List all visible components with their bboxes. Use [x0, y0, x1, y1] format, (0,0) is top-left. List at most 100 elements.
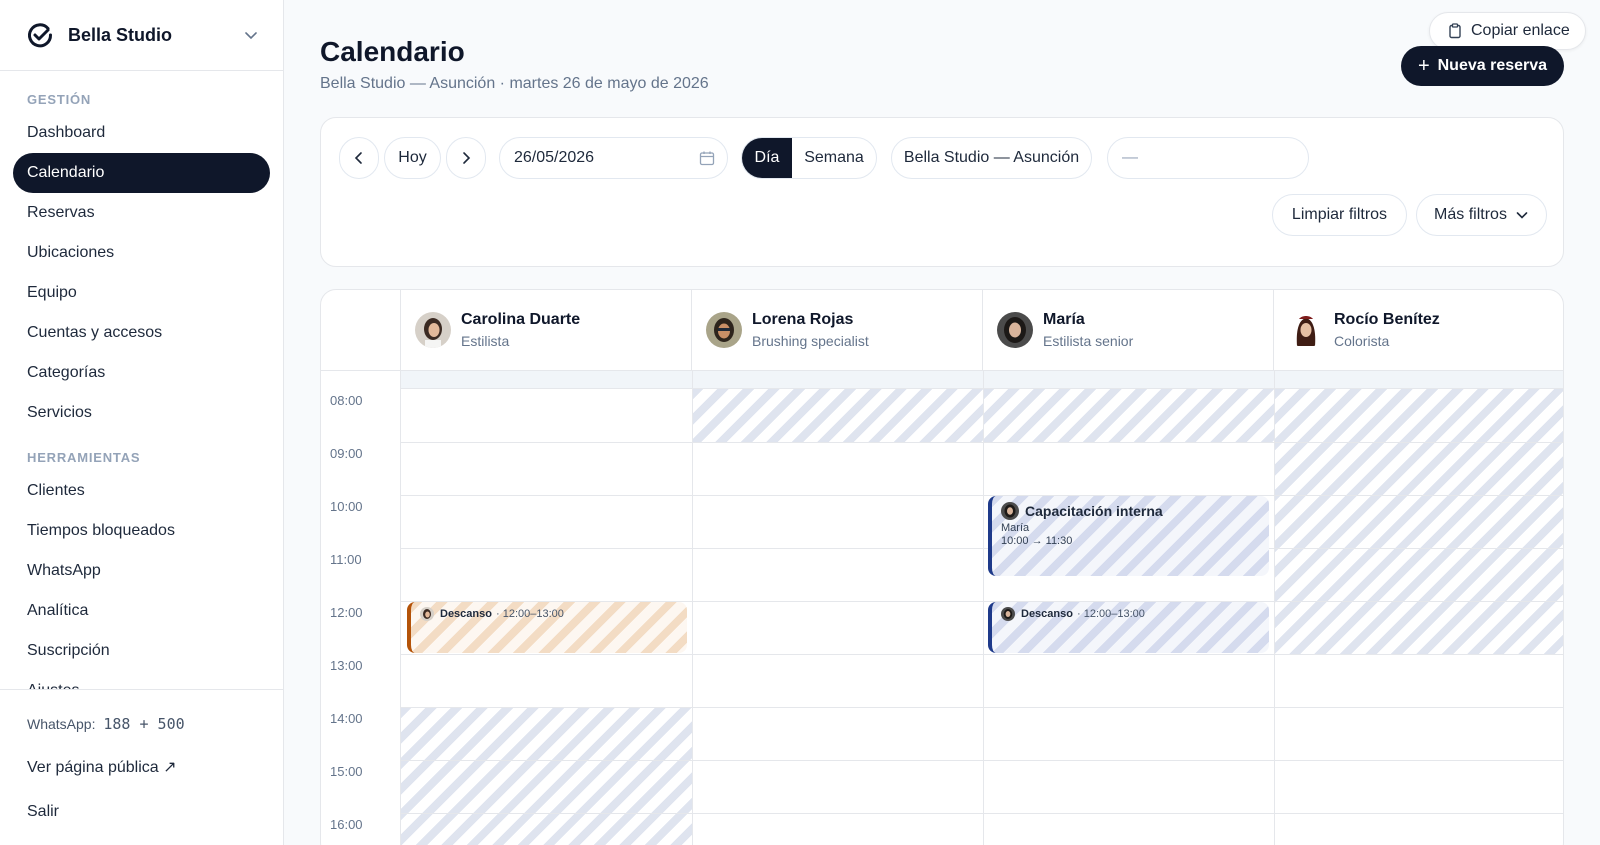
- sidebar-item-analitica[interactable]: Analítica: [13, 591, 270, 631]
- staff-header: Rocío Benítez Colorista: [1274, 290, 1563, 370]
- avatar: [706, 312, 742, 348]
- chevron-down-icon: [245, 32, 257, 40]
- hour-gridline: [401, 548, 1563, 549]
- chevron-left-icon: [354, 152, 362, 164]
- avatar: [997, 312, 1033, 348]
- calendar-event[interactable]: Descanso · 12:00–13:00: [988, 602, 1269, 653]
- staff-select[interactable]: —: [1107, 137, 1309, 179]
- sidebar-item-ajustes[interactable]: Ajustes: [13, 671, 270, 689]
- new-reservation-label: Nueva reserva: [1437, 57, 1548, 74]
- hour-gridline: [401, 442, 1563, 443]
- avatar: [415, 312, 451, 348]
- page-subtitle: Bella Studio — Asunción · martes 26 de m…: [320, 75, 709, 92]
- location-select[interactable]: Bella Studio — Asunción: [891, 137, 1092, 179]
- hour-label: 14:00: [330, 711, 363, 726]
- sidebar-item-clientes[interactable]: Clientes: [13, 471, 270, 511]
- hour-label: 16:00: [330, 817, 363, 832]
- sidebar-item-dashboard[interactable]: Dashboard: [13, 113, 270, 153]
- staff-role: Estilista: [461, 333, 510, 349]
- chevron-right-icon: [463, 152, 471, 164]
- sidebar-item-suscripcion[interactable]: Suscripción: [13, 631, 270, 671]
- date-input[interactable]: 26/05/2026: [499, 137, 728, 179]
- prev-day-button[interactable]: [339, 137, 379, 179]
- sidebar-item-cuentas[interactable]: Cuentas y accesos: [13, 313, 270, 353]
- staff-header: Carolina Duarte Estilista: [401, 290, 692, 370]
- copy-link-button[interactable]: Copiar enlace: [1429, 12, 1586, 50]
- more-filters-label: Más filtros: [1434, 206, 1507, 223]
- staff-header: María Estilista senior: [983, 290, 1274, 370]
- plus-icon: +: [1417, 55, 1430, 77]
- sidebar-item-categorias[interactable]: Categorías: [13, 353, 270, 393]
- staff-role: Brushing specialist: [752, 333, 869, 349]
- logout-link[interactable]: Salir: [27, 800, 256, 824]
- sidebar: Bella Studio GESTIÓN Dashboard Calendari…: [0, 0, 284, 845]
- avatar: [1288, 312, 1324, 348]
- sidebar-nav: GESTIÓN Dashboard Calendario Reservas Ub…: [0, 71, 283, 689]
- filter-bar: Hoy 26/05/2026 Día Semana Bella Studio —…: [320, 117, 1564, 267]
- sidebar-item-ubicaciones[interactable]: Ubicaciones: [13, 233, 270, 273]
- hour-gridline: [401, 760, 1563, 761]
- event-person: María: [1001, 522, 1030, 534]
- hour-label: 15:00: [330, 764, 363, 779]
- column-divider: [983, 370, 984, 845]
- calendar-event[interactable]: Capacitación interna María 10:00 → 11:30: [988, 496, 1269, 576]
- time-header-corner: [321, 290, 401, 370]
- sidebar-item-calendario[interactable]: Calendario: [13, 153, 270, 193]
- clipboard-icon: [1449, 23, 1461, 39]
- copy-link-label: Copiar enlace: [1471, 22, 1570, 39]
- whatsapp-usage: WhatsApp: 188 + 500: [27, 712, 256, 736]
- more-filters-button[interactable]: Más filtros: [1416, 194, 1547, 236]
- unavailable-slot: [1274, 389, 1563, 654]
- clear-filters-button[interactable]: Limpiar filtros: [1272, 194, 1407, 236]
- sidebar-item-servicios[interactable]: Servicios: [13, 393, 270, 433]
- date-value: 26/05/2026: [514, 149, 595, 166]
- unavailable-slot: [401, 707, 692, 845]
- public-page-link[interactable]: Ver página pública ↗: [27, 756, 256, 780]
- column-divider: [692, 370, 693, 845]
- hour-label: 12:00: [330, 605, 363, 620]
- staff-name: Carolina Duarte: [461, 311, 581, 328]
- view-week-button[interactable]: Semana: [792, 138, 876, 178]
- sidebar-item-reservas[interactable]: Reservas: [13, 193, 270, 233]
- workspace-name: Bella Studio: [68, 24, 173, 45]
- view-day-button[interactable]: Día: [742, 138, 792, 178]
- next-day-button[interactable]: [446, 137, 486, 179]
- time-column: 08:00 09:00 10:00 11:00 12:00 13:00 14:0…: [321, 370, 401, 845]
- event-title: Descanso: [440, 608, 492, 620]
- workspace-switcher[interactable]: Bella Studio: [0, 0, 283, 71]
- staff-header: Lorena Rojas Brushing specialist: [692, 290, 983, 370]
- today-button[interactable]: Hoy: [384, 137, 441, 179]
- event-time: · 12:00–13:00: [495, 608, 564, 620]
- hour-label: 11:00: [330, 552, 362, 567]
- hour-label: 08:00: [330, 393, 363, 408]
- event-time: · 12:00–13:00: [1076, 608, 1145, 620]
- sidebar-footer: WhatsApp: 188 + 500 Ver página pública ↗…: [0, 689, 283, 845]
- avatar: [1001, 607, 1015, 621]
- hour-label: 09:00: [330, 446, 363, 461]
- calendar-icon: [699, 151, 715, 166]
- event-title: Capacitación interna: [1025, 503, 1163, 519]
- unavailable-slot: [692, 389, 983, 442]
- sidebar-item-tiempos-bloqueados[interactable]: Tiempos bloqueados: [13, 511, 270, 551]
- chevron-down-icon: [1516, 212, 1528, 219]
- hour-label: 13:00: [330, 658, 363, 673]
- whatsapp-usage-value: 188 + 500: [103, 715, 185, 733]
- calendar-event[interactable]: Descanso · 12:00–13:00: [407, 602, 687, 653]
- staff-name: María: [1043, 311, 1085, 328]
- staff-name: Lorena Rojas: [752, 311, 854, 328]
- all-day-row: [401, 370, 1563, 389]
- hour-gridline: [401, 707, 1563, 708]
- day-calendar: Carolina Duarte Estilista Lorena Rojas B…: [320, 289, 1564, 845]
- event-title: Descanso: [1021, 608, 1073, 620]
- avatar: [1001, 502, 1019, 520]
- page-title: Calendario: [320, 36, 465, 67]
- nav-section-gestion: GESTIÓN: [27, 92, 92, 107]
- sidebar-item-whatsapp[interactable]: WhatsApp: [13, 551, 270, 591]
- column-divider: [1274, 370, 1275, 845]
- hour-gridline: [401, 495, 1563, 496]
- whatsapp-usage-label: WhatsApp:: [27, 716, 96, 732]
- sidebar-item-equipo[interactable]: Equipo: [13, 273, 270, 313]
- new-reservation-button[interactable]: + Nueva reserva: [1401, 46, 1564, 86]
- unavailable-slot: [983, 389, 1274, 442]
- check-circle-logo-icon: [28, 23, 53, 48]
